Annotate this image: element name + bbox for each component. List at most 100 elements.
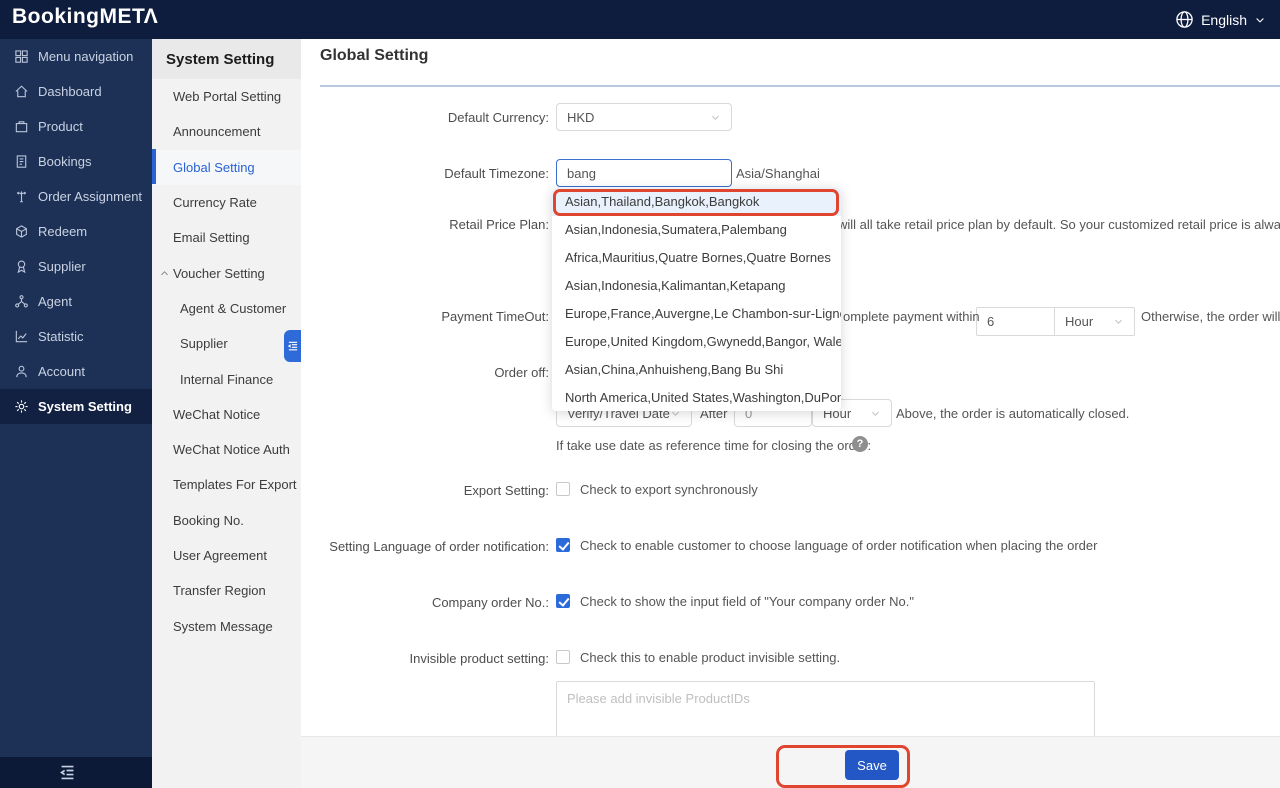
sidebar-footer bbox=[0, 757, 152, 788]
submenu-item-booking-no[interactable]: Booking No. bbox=[152, 503, 301, 538]
chart-icon bbox=[13, 329, 29, 345]
gift-box-icon bbox=[13, 224, 29, 240]
document-icon bbox=[13, 154, 29, 170]
sidebar-item-statistic[interactable]: Statistic bbox=[0, 319, 152, 354]
timezone-dropdown: Asian,Thailand,Bangkok,Bangkok Asian,Ind… bbox=[552, 188, 841, 411]
save-button[interactable]: Save bbox=[845, 750, 899, 780]
default-currency-select[interactable]: HKD bbox=[556, 103, 732, 131]
submenu-title: System Setting bbox=[152, 39, 301, 79]
outdent-icon[interactable] bbox=[58, 763, 77, 787]
chevron-down-icon bbox=[710, 112, 721, 123]
chevron-down-icon bbox=[870, 408, 881, 419]
submenu-item-transfer-region[interactable]: Transfer Region bbox=[152, 573, 301, 608]
sidebar-item-bookings[interactable]: Bookings bbox=[0, 144, 152, 179]
timezone-option[interactable]: Asian,China,Anhuisheng,Bang Bu Shi bbox=[552, 356, 841, 384]
payment-timeout-unit-select[interactable]: Hour bbox=[1054, 308, 1134, 335]
outdent-icon bbox=[287, 340, 299, 352]
submenu-item-global-setting[interactable]: Global Setting bbox=[152, 150, 301, 185]
main-content: Global Setting Default Currency: HKD Def… bbox=[301, 39, 1280, 788]
submenu-item-wechat-notice-auth[interactable]: WeChat Notice Auth bbox=[152, 432, 301, 467]
default-timezone-input-wrap bbox=[556, 159, 732, 187]
timezone-option[interactable]: Europe,United Kingdom,Gwynedd,Bangor, Wa… bbox=[552, 328, 841, 356]
submenu-item-announcement[interactable]: Announcement bbox=[152, 114, 301, 149]
branch-icon bbox=[13, 189, 29, 205]
sidebar-item-label: Statistic bbox=[38, 329, 84, 344]
chevron-down-icon bbox=[1254, 14, 1266, 26]
timezone-option[interactable]: North America,United States,Washington,D… bbox=[552, 384, 841, 411]
submenu-item-agent-customer[interactable]: Agent & Customer bbox=[152, 291, 301, 326]
globe-icon bbox=[1175, 10, 1194, 29]
submenu-item-templates-for-export[interactable]: Templates For Export bbox=[152, 467, 301, 502]
sidebar-item-system-setting[interactable]: System Setting bbox=[0, 389, 152, 424]
sidebar-item-agent[interactable]: Agent bbox=[0, 284, 152, 319]
network-icon bbox=[13, 294, 29, 310]
sidebar-item-account[interactable]: Account bbox=[0, 354, 152, 389]
payment-timeout-value-input[interactable]: 6 bbox=[977, 308, 1054, 335]
invisible-product-checkbox-text: Check this to enable product invisible s… bbox=[580, 650, 840, 666]
sidebar-item-label: Supplier bbox=[38, 259, 86, 274]
language-notification-checkbox-text: Check to enable customer to choose langu… bbox=[580, 538, 1097, 554]
timezone-option[interactable]: Asian,Thailand,Bangkok,Bangkok bbox=[552, 188, 841, 216]
default-timezone-input[interactable] bbox=[567, 166, 721, 181]
company-order-checkbox-text: Check to show the input field of "Your c… bbox=[580, 594, 914, 610]
timezone-current-value: Asia/Shanghai bbox=[736, 165, 820, 183]
timezone-option[interactable]: Africa,Mauritius,Quatre Bornes,Quatre Bo… bbox=[552, 244, 841, 272]
grid-icon bbox=[13, 49, 29, 65]
brand-logo: BookingΜΕΤΛ bbox=[12, 5, 158, 29]
sidebar-item-order-assignment[interactable]: Order Assignment bbox=[0, 179, 152, 214]
briefcase-icon bbox=[13, 119, 29, 135]
title-divider bbox=[320, 85, 1280, 87]
sidebar-item-dashboard[interactable]: Dashboard bbox=[0, 74, 152, 109]
sidebar-item-label: Menu navigation bbox=[38, 49, 133, 64]
retail-price-plan-note: will all take retail price plan by defau… bbox=[838, 216, 1280, 234]
gear-icon bbox=[13, 399, 29, 415]
submenu-item-internal-finance[interactable]: Internal Finance bbox=[152, 361, 301, 396]
export-setting-checkbox-text: Check to export synchronously bbox=[580, 482, 758, 498]
sidebar-item-label: System Setting bbox=[38, 399, 132, 414]
sidebar-item-label: Bookings bbox=[38, 154, 91, 169]
submenu-item-wechat-notice[interactable]: WeChat Notice bbox=[152, 397, 301, 432]
submenu-item-voucher-setting[interactable]: Voucher Setting bbox=[152, 255, 301, 290]
invisible-product-checkbox[interactable] bbox=[556, 650, 570, 664]
language-label: English bbox=[1201, 12, 1247, 28]
collapse-submenu-tab[interactable] bbox=[284, 330, 301, 362]
default-currency-value: HKD bbox=[567, 110, 594, 125]
sidebar-item-menu-navigation[interactable]: Menu navigation bbox=[0, 39, 152, 74]
chevron-up-icon bbox=[159, 267, 170, 282]
order-off-note: Above, the order is automatically closed… bbox=[896, 405, 1129, 423]
submenu-item-system-message[interactable]: System Message bbox=[152, 608, 301, 643]
payment-timeout-note-left: omplete payment within bbox=[843, 308, 980, 326]
active-item-indicator bbox=[152, 149, 156, 184]
payment-timeout-note-right: Otherwise, the order will be bbox=[1141, 308, 1280, 326]
timezone-option[interactable]: Asian,Indonesia,Sumatera,Palembang bbox=[552, 216, 841, 244]
secondary-sidebar: System Setting Web Portal Setting Announ… bbox=[152, 39, 301, 788]
submenu-item-supplier[interactable]: Supplier bbox=[152, 326, 301, 361]
top-bar: BookingΜΕΤΛ English bbox=[0, 0, 1280, 39]
language-notification-checkbox[interactable] bbox=[556, 538, 570, 552]
company-order-checkbox[interactable] bbox=[556, 594, 570, 608]
home-icon bbox=[13, 84, 29, 100]
submenu-item-currency-rate[interactable]: Currency Rate bbox=[152, 185, 301, 220]
sidebar-item-label: Product bbox=[38, 119, 83, 134]
submenu-item-email-setting[interactable]: Email Setting bbox=[152, 220, 301, 255]
user-icon bbox=[13, 364, 29, 380]
language-selector[interactable]: English bbox=[1175, 0, 1266, 39]
sidebar-item-product[interactable]: Product bbox=[0, 109, 152, 144]
sidebar-item-label: Redeem bbox=[38, 224, 87, 239]
submenu-item-web-portal-setting[interactable]: Web Portal Setting bbox=[152, 79, 301, 114]
timezone-option[interactable]: Europe,France,Auvergne,Le Chambon-sur-Li… bbox=[552, 300, 841, 328]
sidebar-item-label: Order Assignment bbox=[38, 189, 142, 204]
footer-bar: Save bbox=[301, 737, 1280, 788]
sidebar-item-label: Dashboard bbox=[38, 84, 102, 99]
chevron-down-icon bbox=[1113, 316, 1124, 327]
question-icon[interactable]: ? bbox=[852, 436, 868, 452]
primary-sidebar: Menu navigation Dashboard Product Bookin… bbox=[0, 39, 152, 757]
sidebar-item-supplier[interactable]: Supplier bbox=[0, 249, 152, 284]
timezone-option[interactable]: Asian,Indonesia,Kalimantan,Ketapang bbox=[552, 272, 841, 300]
sidebar-item-label: Agent bbox=[38, 294, 72, 309]
submenu-item-user-agreement[interactable]: User Agreement bbox=[152, 538, 301, 573]
payment-timeout-group: 6 Hour bbox=[976, 307, 1135, 336]
export-setting-checkbox[interactable] bbox=[556, 482, 570, 496]
global-setting-page: BookingΜΕΤΛ English Menu navigation bbox=[0, 0, 1280, 788]
sidebar-item-redeem[interactable]: Redeem bbox=[0, 214, 152, 249]
